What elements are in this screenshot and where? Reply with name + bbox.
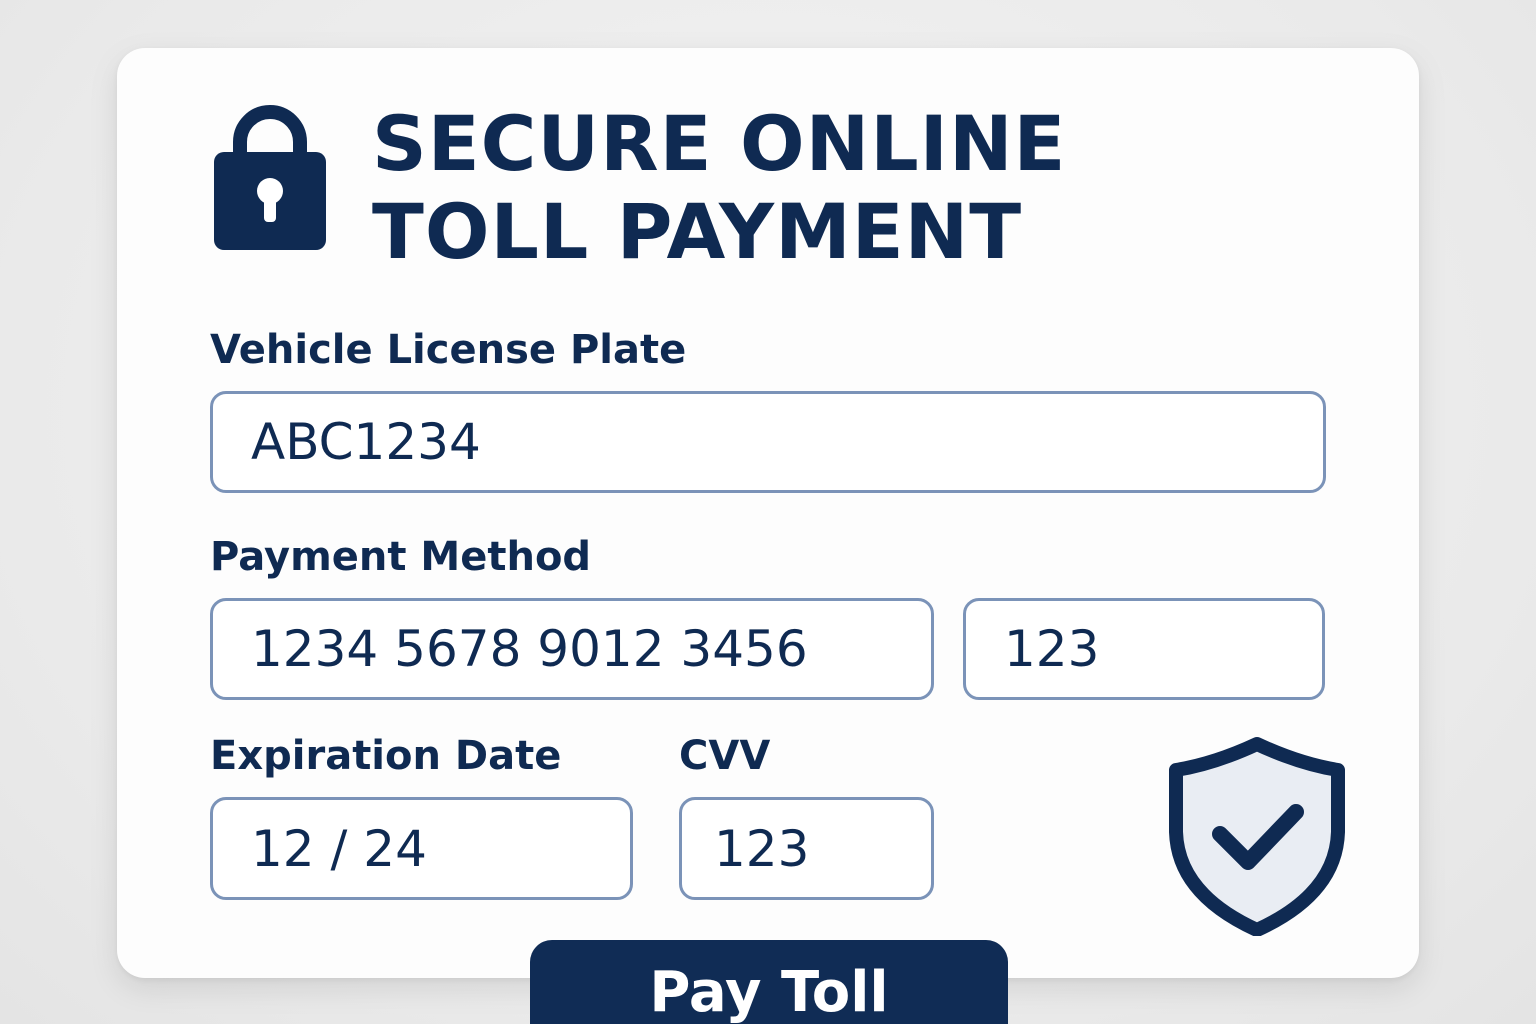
shield-check-icon xyxy=(1169,737,1345,936)
cvv-label: CVV xyxy=(679,733,771,779)
expiration-date-label: Expiration Date xyxy=(210,733,562,779)
pay-toll-label: Pay Toll xyxy=(649,960,889,1024)
card-number-value: 1234 5678 9012 3456 xyxy=(251,620,808,678)
card-number-input[interactable]: 1234 5678 9012 3456 xyxy=(210,598,934,700)
cvv-value: 123 xyxy=(714,819,810,878)
payment-method-label: Payment Method xyxy=(210,534,592,580)
title-line-1: SECURE ONLINE xyxy=(372,99,1067,188)
title-line-2: TOLL PAYMENT xyxy=(372,187,1023,276)
license-plate-label: Vehicle License Plate xyxy=(210,327,687,373)
expiration-date-input[interactable]: 12 / 24 xyxy=(210,797,633,900)
pay-toll-button[interactable]: Pay Toll xyxy=(530,940,1008,1024)
page-title: SECURE ONLINE TOLL PAYMENT xyxy=(372,100,1066,276)
lock-icon xyxy=(214,105,326,250)
license-plate-value: ABC1234 xyxy=(251,413,481,471)
expiration-date-value: 12 / 24 xyxy=(251,819,427,878)
payment-code-input[interactable]: 123 xyxy=(963,598,1325,700)
page-background: SECURE ONLINE TOLL PAYMENT Vehicle Licen… xyxy=(0,0,1536,1024)
payment-code-value: 123 xyxy=(1004,620,1100,678)
cvv-input[interactable]: 123 xyxy=(679,797,934,900)
license-plate-input[interactable]: ABC1234 xyxy=(210,391,1326,493)
